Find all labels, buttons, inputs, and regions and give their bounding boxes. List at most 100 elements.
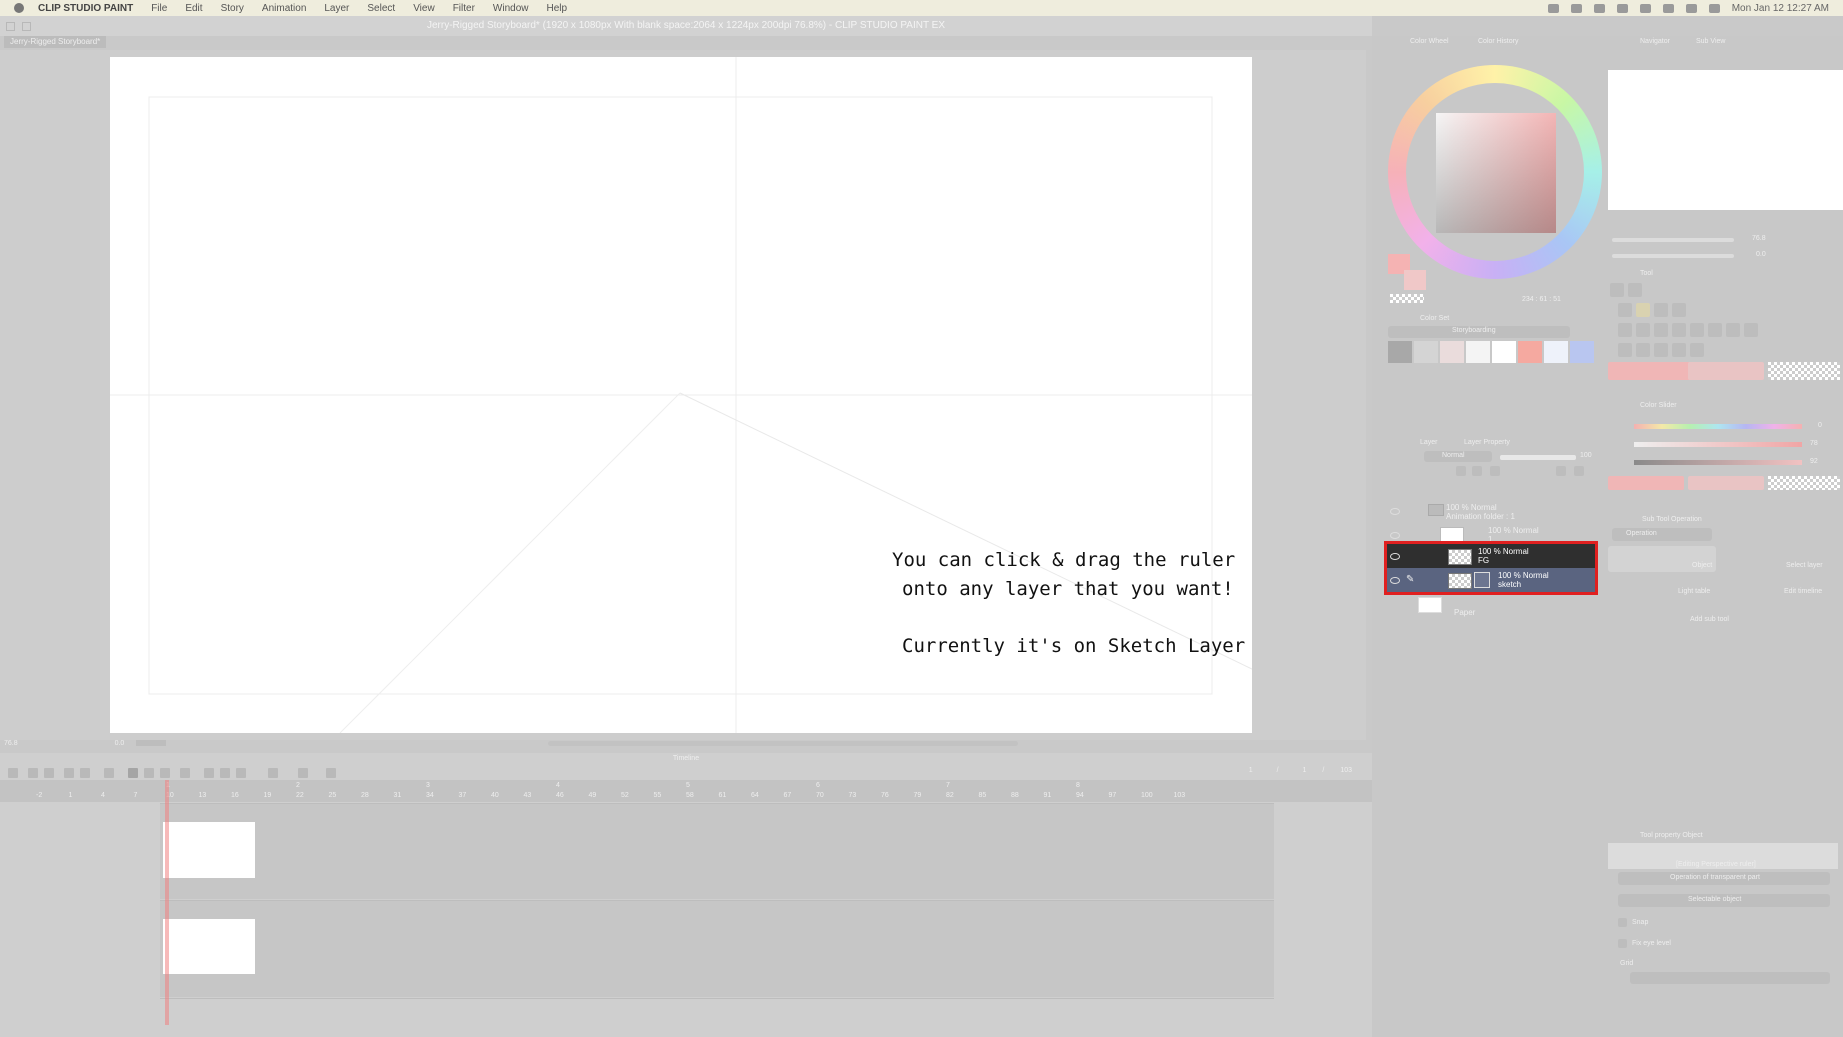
tool-sub-color-icon[interactable] xyxy=(1628,283,1642,297)
timeline-track-paper[interactable] xyxy=(160,998,1274,1026)
text-input-icon[interactable] xyxy=(1593,3,1605,13)
layer-row-paper[interactable]: Paper xyxy=(1384,596,1598,618)
color-wheel-title[interactable]: Color Wheel xyxy=(1410,38,1449,45)
zoom-window-icon[interactable] xyxy=(22,22,31,31)
sub-tool-edit-timeline-label[interactable]: Edit timeline xyxy=(1784,588,1822,595)
grid-buttons[interactable] xyxy=(1630,972,1830,984)
menu-view[interactable]: View xyxy=(413,3,435,14)
current-frame[interactable]: 1 xyxy=(1249,767,1253,774)
tool-main-color-icon[interactable] xyxy=(1610,283,1624,297)
clock[interactable]: Mon Jan 12 12:27 AM xyxy=(1732,3,1829,14)
grid-icon[interactable] xyxy=(1570,3,1582,13)
timeline-settings-icon[interactable] xyxy=(28,768,38,778)
previous-frame-icon[interactable] xyxy=(104,768,114,778)
last-frame-icon[interactable] xyxy=(160,768,170,778)
next-frame-icon[interactable] xyxy=(144,768,154,778)
timeline-track-sketch[interactable] xyxy=(160,900,1274,997)
hue-value[interactable]: 0 xyxy=(1818,422,1822,429)
sync-icon[interactable] xyxy=(298,768,308,778)
zoom-tool-icon[interactable] xyxy=(1672,323,1686,337)
zoom-value[interactable]: 76.8 xyxy=(4,740,18,747)
tool-title[interactable]: Tool xyxy=(1640,270,1653,277)
app-name-menu[interactable]: CLIP STUDIO PAINT xyxy=(38,3,133,14)
slider-main-color-bar[interactable] xyxy=(1608,476,1684,490)
layer-opacity-slider[interactable] xyxy=(1500,455,1576,460)
sub-tool-light-table-label[interactable]: Light table xyxy=(1678,588,1710,595)
color-set-swatch[interactable] xyxy=(1492,341,1516,363)
dropbox-icon[interactable] xyxy=(1547,3,1559,13)
new-cel-icon[interactable] xyxy=(180,768,190,778)
menu-file[interactable]: File xyxy=(151,3,167,14)
color-set-swatch[interactable] xyxy=(1440,341,1464,363)
menu-animation[interactable]: Animation xyxy=(262,3,306,14)
hue-slider[interactable] xyxy=(1634,424,1802,429)
new-timeline-icon[interactable] xyxy=(8,768,18,778)
menu-filter[interactable]: Filter xyxy=(453,3,475,14)
draft-layer-icon[interactable] xyxy=(1574,466,1584,476)
cel-specify-icon[interactable] xyxy=(220,768,230,778)
visibility-eye-icon[interactable] xyxy=(1390,508,1400,515)
operation-tool-icon[interactable] xyxy=(1708,323,1722,337)
layer-row-animation-folder[interactable]: 100 % Normal Animation folder : 1 xyxy=(1384,500,1598,522)
timeline-track-fg[interactable] xyxy=(160,803,1274,899)
menu-select[interactable]: Select xyxy=(367,3,395,14)
menu-edit[interactable]: Edit xyxy=(185,3,202,14)
sub-tool-object[interactable]: Object xyxy=(1608,546,1716,572)
color-slider-title[interactable]: Color Slider xyxy=(1640,402,1677,409)
transparent-part-dropdown[interactable]: Operation of transparent part xyxy=(1618,872,1830,885)
color-history-tab[interactable]: Color History xyxy=(1478,38,1518,45)
cel-thumbnail[interactable] xyxy=(163,919,255,974)
control-center-icon[interactable] xyxy=(1708,3,1720,13)
visibility-eye-icon[interactable] xyxy=(1390,532,1400,539)
brush-tool-icon[interactable] xyxy=(1636,303,1650,317)
tool-transparent-bar[interactable] xyxy=(1768,362,1840,380)
lasso-tool-icon[interactable] xyxy=(1744,323,1758,337)
eraser-tool-icon[interactable] xyxy=(1654,303,1668,317)
navigator-title[interactable]: Navigator xyxy=(1640,38,1670,45)
document-tab[interactable]: Jerry-Rigged Storyboard* xyxy=(4,36,107,48)
display-icon[interactable] xyxy=(1616,3,1628,13)
close-window-icon[interactable] xyxy=(6,22,15,31)
tool-sub-color-bar[interactable] xyxy=(1688,362,1764,380)
blend-mode-dropdown[interactable]: Normal xyxy=(1424,451,1492,462)
frame-tool-icon[interactable] xyxy=(1636,343,1650,357)
value-value[interactable]: 92 xyxy=(1810,458,1818,465)
saturation-value-square[interactable] xyxy=(1436,113,1556,233)
sub-view-tab[interactable]: Sub View xyxy=(1696,38,1725,45)
apple-icon[interactable] xyxy=(14,3,24,13)
fill-tool-icon[interactable] xyxy=(1618,323,1632,337)
layer-property-tab[interactable]: Layer Property xyxy=(1464,439,1510,446)
cel-thumbnail[interactable] xyxy=(163,822,255,878)
navigator-rotate-slider[interactable] xyxy=(1612,254,1734,258)
eyedropper-tool-icon[interactable] xyxy=(1672,303,1686,317)
lock-transparent-icon[interactable] xyxy=(1456,466,1466,476)
sub-color-swatch[interactable] xyxy=(1404,270,1426,290)
color-set-swatch[interactable] xyxy=(1414,341,1438,363)
balloon-tool-icon[interactable] xyxy=(1672,343,1686,357)
layer-panel-title[interactable]: Layer xyxy=(1420,439,1438,446)
color-set-swatch[interactable] xyxy=(1518,341,1542,363)
end-frame[interactable]: 103 xyxy=(1340,767,1352,774)
menu-story[interactable]: Story xyxy=(221,3,244,14)
headphones-icon[interactable] xyxy=(1639,3,1651,13)
canvas[interactable]: You can click & drag the ruler onto any … xyxy=(110,57,1252,733)
sub-tool-title[interactable]: Sub Tool Operation xyxy=(1642,516,1702,523)
navigator-rotate-value[interactable]: 0.0 xyxy=(1756,251,1766,258)
slider-transparent-bar[interactable] xyxy=(1768,476,1840,490)
slider-sub-color-bar[interactable] xyxy=(1688,476,1764,490)
onion-skin-icon[interactable] xyxy=(204,768,214,778)
move-layer-tool-icon[interactable] xyxy=(1726,323,1740,337)
figure-tool-icon[interactable] xyxy=(1654,323,1668,337)
value-slider[interactable] xyxy=(1634,460,1802,465)
rotation-slider[interactable] xyxy=(136,740,167,747)
tool-main-color-bar[interactable] xyxy=(1608,362,1692,380)
saturation-value[interactable]: 78 xyxy=(1810,440,1818,447)
transparent-color-swatch[interactable] xyxy=(1390,294,1424,303)
wifi-icon[interactable] xyxy=(1685,3,1697,13)
tool-property-title[interactable]: Tool property Object xyxy=(1640,832,1703,839)
zoom-out-icon[interactable] xyxy=(80,768,90,778)
color-set-swatch[interactable] xyxy=(1570,341,1594,363)
canvas-horizontal-scrollbar[interactable] xyxy=(548,740,1019,746)
keyframe-icon[interactable] xyxy=(236,768,246,778)
color-set-swatch[interactable] xyxy=(1388,341,1412,363)
